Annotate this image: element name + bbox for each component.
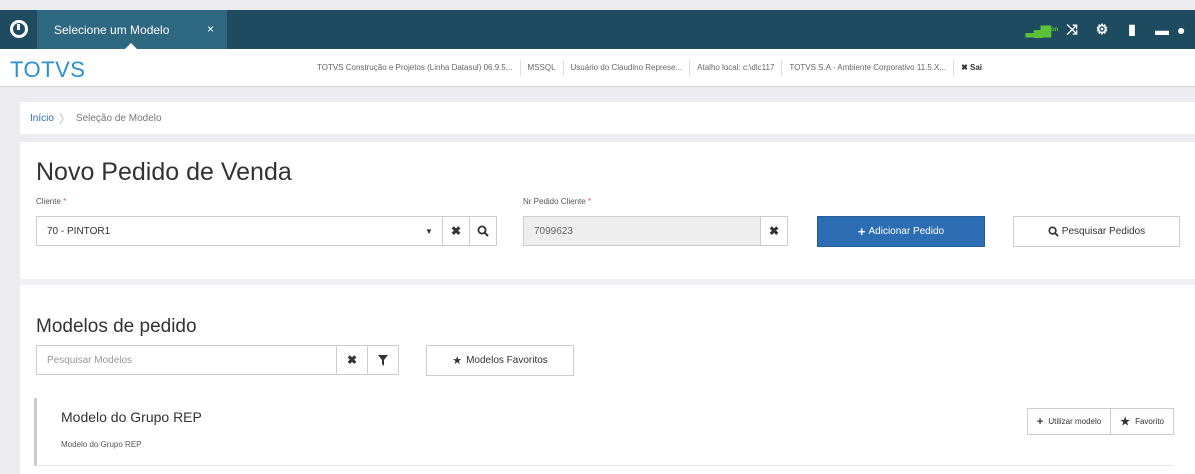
clear-search-button[interactable]: ✖ (336, 346, 367, 374)
info-product: TOTVS Construção e Projetos (Linha Datas… (310, 60, 521, 76)
model-name: Modelo do Grupo REP (61, 409, 202, 425)
use-model-button[interactable]: + Utilizar modelo (1026, 408, 1112, 435)
breadcrumb-current: Seleção de Modelo (75, 112, 162, 124)
page-title: Novo Pedido de Venda (36, 158, 292, 186)
environment-info: TOTVS Construção e Projetos (Linha Datas… (310, 49, 989, 87)
models-section-title: Modelos de pedido (36, 316, 197, 337)
nr-pedido-field-group: 7099623 ✖ (523, 216, 788, 246)
top-icons: ▂▄▆ on ⤨ ⚙ ▮ ▬ ● (1026, 10, 1195, 49)
chat-icon[interactable]: ▬ (1147, 10, 1177, 49)
tab-label: Selecione um Modelo (54, 23, 170, 37)
info-shortcut: Atalho local: c:\dlc117 (690, 60, 783, 76)
add-order-label: Adicionar Pedido (868, 226, 945, 237)
document-icon[interactable]: ▮ (1117, 10, 1147, 49)
use-model-label: Utilizar modelo (1048, 417, 1102, 426)
breadcrumb: Início 〉 Seleção de Modelo (20, 102, 1195, 134)
add-order-button[interactable]: + Adicionar Pedido (817, 216, 985, 247)
search-cliente-button[interactable] (469, 217, 496, 245)
info-bar: TOTVS TOTVS Construção e Projetos (Linha… (0, 49, 1195, 87)
required-mark: * (587, 197, 592, 206)
tab-select-model[interactable]: Selecione um Modelo × (37, 10, 227, 49)
logout-link[interactable]: ✖ Sai (954, 60, 989, 76)
star-icon: ★ (1120, 416, 1131, 428)
power-icon[interactable] (10, 20, 28, 38)
cliente-input[interactable]: 70 - PINTOR1 (37, 217, 416, 245)
model-description: Modelo do Grupo REP (61, 440, 142, 449)
search-icon (1048, 226, 1059, 237)
favorite-label: Favorito (1135, 417, 1164, 426)
tab-close-icon[interactable]: × (207, 22, 214, 36)
search-orders-button[interactable]: Pesquisar Pedidos (1013, 216, 1180, 247)
plus-icon: + (857, 224, 866, 239)
main-card: Novo Pedido de Venda Cliente * 70 - PINT… (20, 142, 1195, 474)
plus-icon: + (1036, 415, 1044, 428)
breadcrumb-separator: 〉 (58, 111, 71, 126)
help-icon[interactable]: ● (1177, 10, 1195, 49)
model-list-item: Modelo do Grupo REP Modelo do Grupo REP … (34, 398, 1174, 466)
filter-icon[interactable] (367, 346, 398, 374)
info-database: MSSQL (521, 60, 564, 76)
cliente-label: Cliente * (36, 197, 66, 206)
required-mark: * (63, 197, 67, 206)
gear-icon[interactable]: ⚙ (1087, 10, 1117, 49)
cliente-field-group: 70 - PINTOR1 ▼ ✖ (36, 216, 497, 246)
model-search-group: Pesquisar Modelos ✖ (36, 345, 399, 375)
star-icon: ★ (452, 355, 463, 367)
nr-pedido-label-text: Nr Pedido Cliente (523, 197, 586, 206)
brand-logo: TOTVS (10, 57, 86, 82)
section-divider (20, 279, 1195, 285)
info-user: Usuário do Claudino Represe... (564, 60, 691, 76)
favorite-models-label: Modelos Favoritos (466, 355, 548, 366)
nr-pedido-input[interactable]: 7099623 (524, 217, 760, 245)
clear-cliente-button[interactable]: ✖ (442, 217, 469, 245)
nr-pedido-label: Nr Pedido Cliente * (523, 197, 591, 206)
search-orders-label: Pesquisar Pedidos (1061, 226, 1146, 237)
favorite-models-button[interactable]: ★ Modelos Favoritos (426, 345, 574, 376)
clear-nr-pedido-button[interactable]: ✖ (760, 217, 787, 245)
model-search-input[interactable]: Pesquisar Modelos (37, 346, 336, 374)
shuffle-icon[interactable]: ⤨ (1057, 10, 1087, 49)
signal-icon[interactable]: ▂▄▆ on (1026, 10, 1059, 49)
breadcrumb-home-link[interactable]: Início (30, 113, 54, 124)
model-actions: + Utilizar modelo ★ Favorito (1026, 408, 1174, 435)
search-icon (477, 225, 489, 237)
chevron-down-icon[interactable]: ▼ (416, 217, 442, 245)
info-environment: TOTVS S.A - Ambiente Corporativo 11.5.X.… (782, 60, 955, 76)
top-bar: Selecione um Modelo × ▂▄▆ on ⤨ ⚙ ▮ ▬ ● (0, 10, 1195, 49)
cliente-label-text: Cliente (36, 197, 61, 206)
favorite-button[interactable]: ★ Favorito (1111, 408, 1174, 435)
